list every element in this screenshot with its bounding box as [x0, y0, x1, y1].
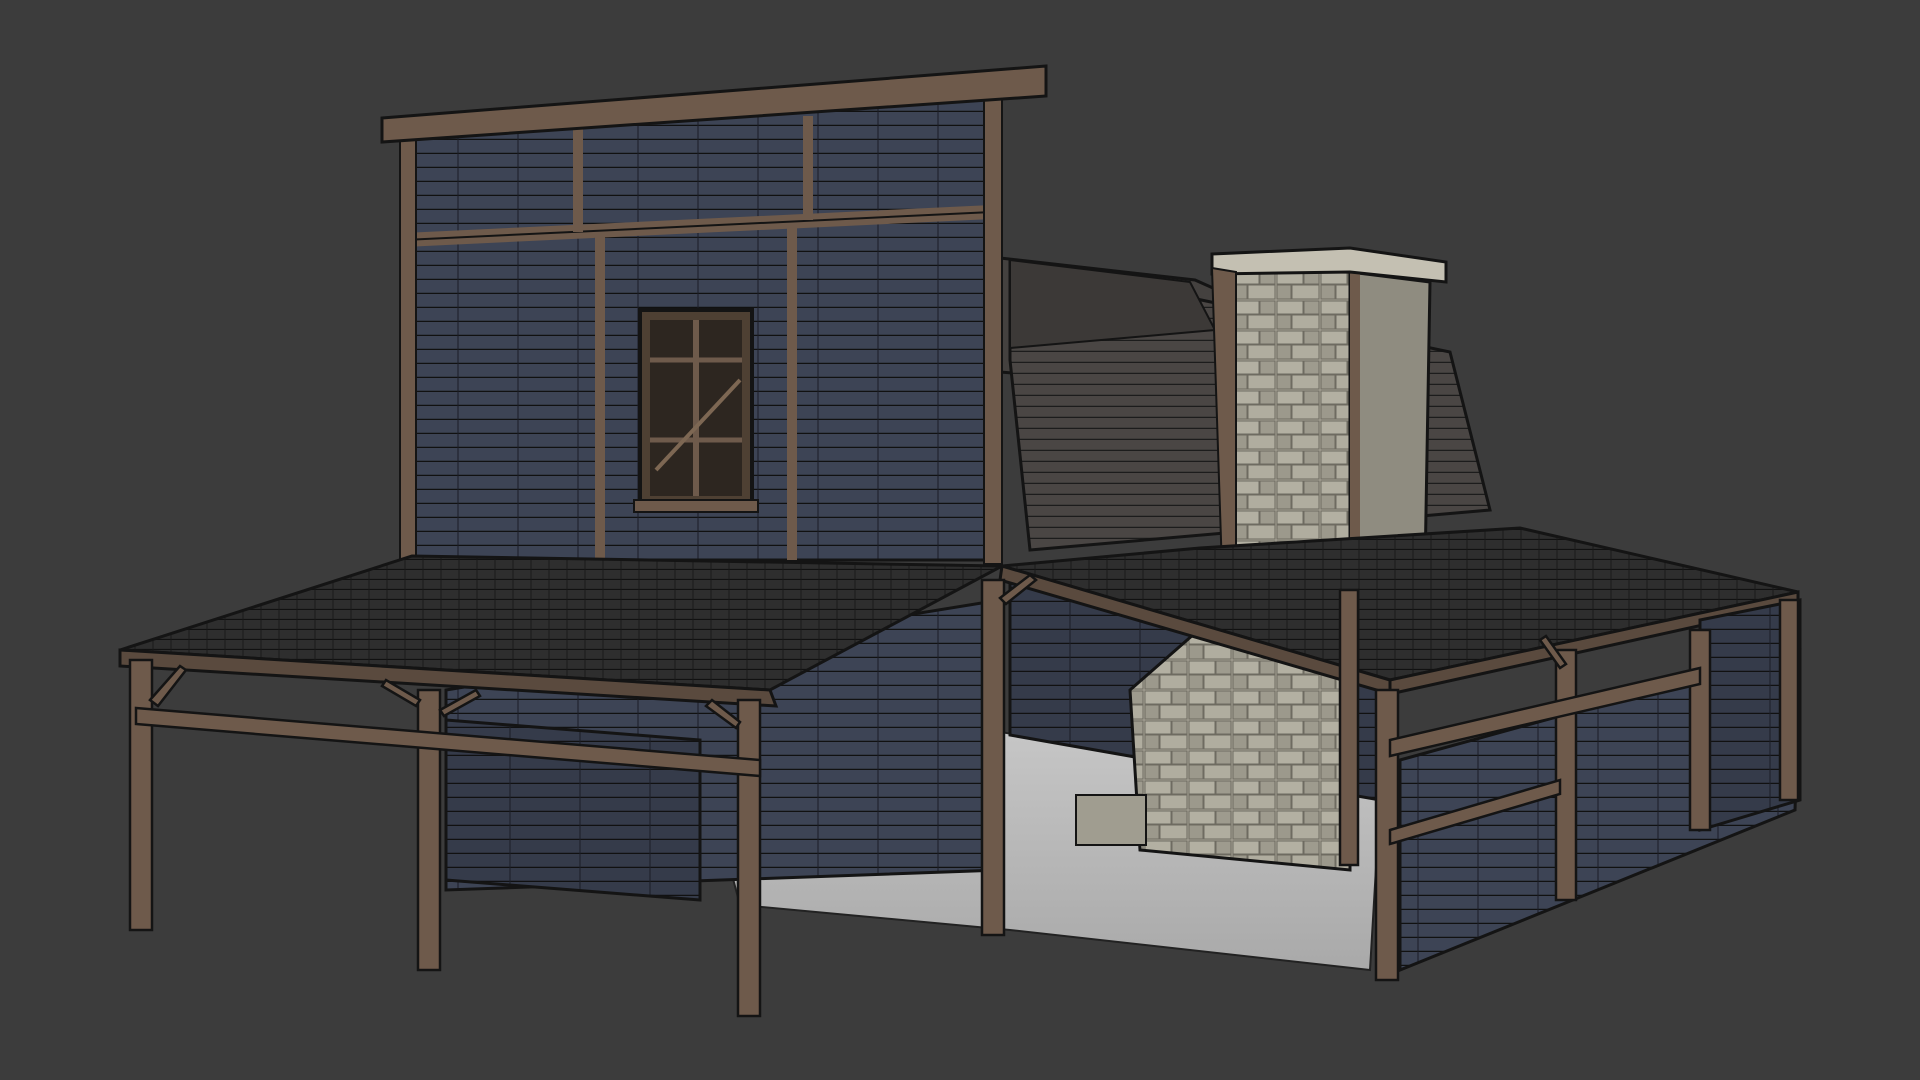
3d-viewport[interactable] — [0, 0, 1920, 1080]
building-render — [118, 64, 1802, 1018]
window — [633, 308, 759, 513]
